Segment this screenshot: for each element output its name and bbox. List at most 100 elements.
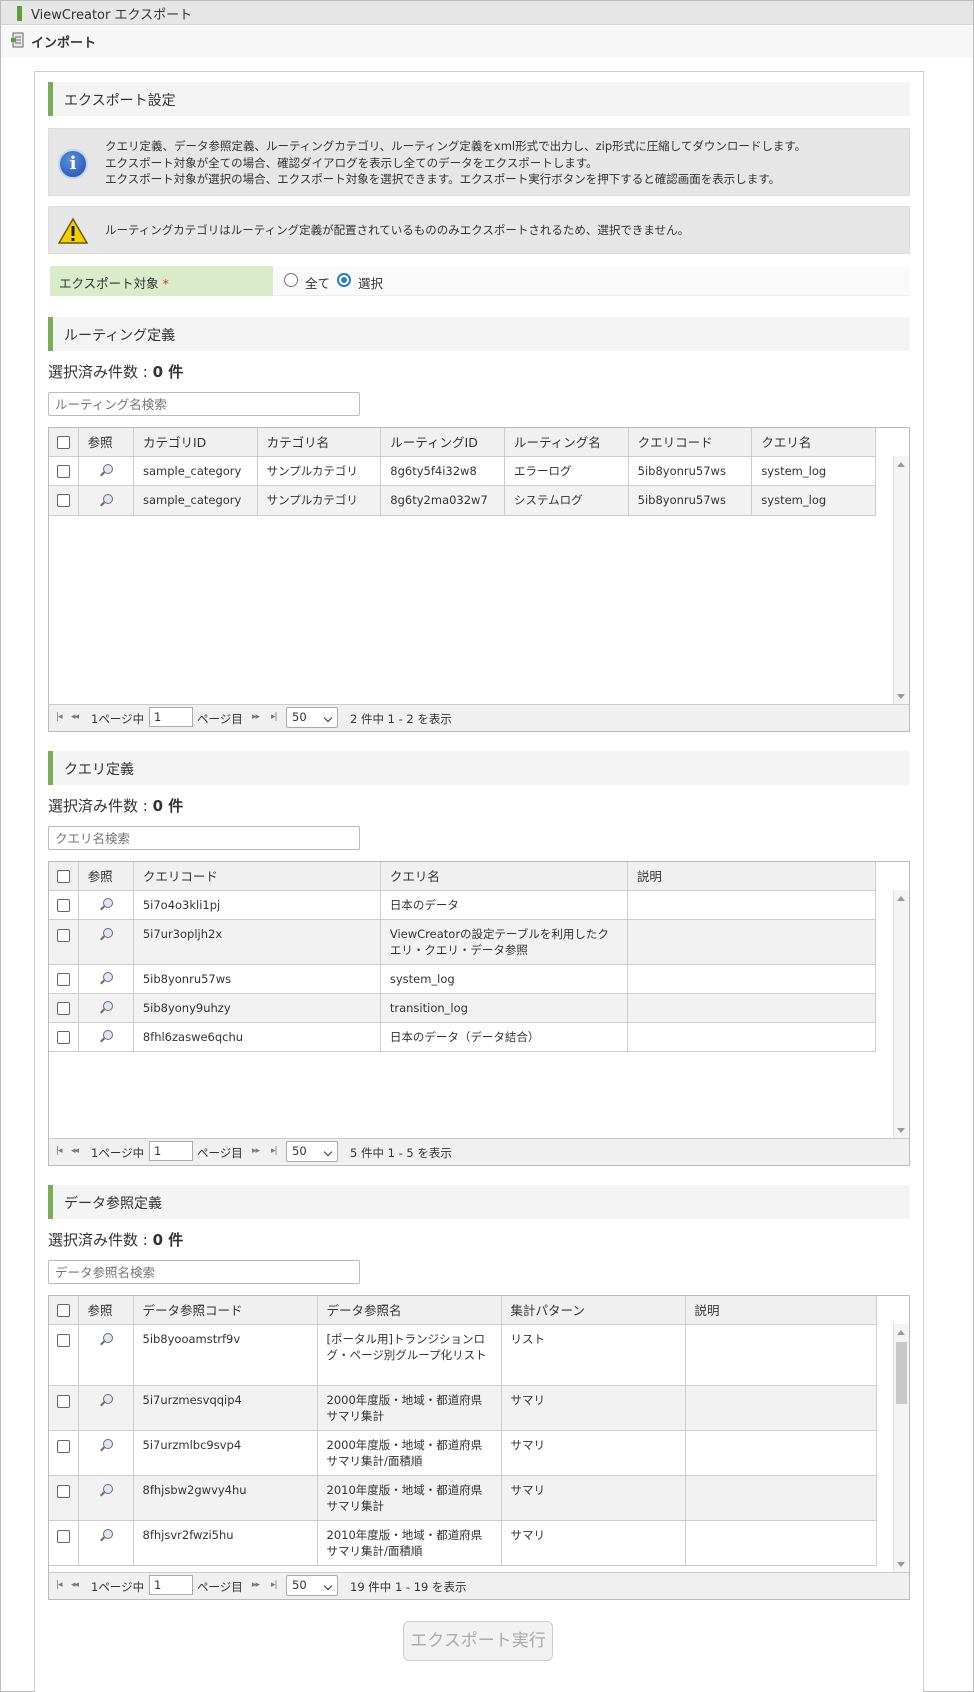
column-header[interactable]: 説明	[685, 1296, 877, 1325]
table-row[interactable]: 5i7urzmlbc9svp4 2000年度版・地域・都道府県サマリ集計/面積順…	[49, 1430, 877, 1476]
column-header[interactable]: データ参照コード	[133, 1296, 318, 1325]
column-header[interactable]: クエリコード	[133, 862, 381, 891]
column-header[interactable]: クエリコード	[628, 428, 753, 457]
routing-search-input[interactable]	[48, 392, 360, 416]
info-text: クエリ定義、データ参照定義、ルーティングカテゴリ、ルーティング定義をxml形式で…	[105, 138, 806, 188]
column-header[interactable]: クエリ名	[380, 862, 628, 891]
warning-message: ルーティングカテゴリはルーティング定義が配置されているもののみエクスポートされる…	[48, 206, 910, 254]
last-page-icon[interactable]: ▸|	[271, 712, 277, 722]
query-table: 参照 クエリコード クエリ名 説明 5i7o4o3kli1pj 日本のデータ 5…	[49, 862, 877, 1052]
prev-page-icon[interactable]: ◂◂	[71, 712, 79, 722]
view-icon[interactable]	[78, 1324, 134, 1386]
export-execute-button[interactable]: エクスポート実行	[403, 1621, 553, 1661]
row-checkbox[interactable]	[49, 1430, 79, 1476]
dataref-scrollbar[interactable]	[893, 1324, 909, 1573]
per-page-select[interactable]: 50	[286, 1575, 338, 1596]
table-row[interactable]: 5i7urzmesvqqip4 2000年度版・地域・都道府県サマリ集計 サマリ	[49, 1385, 877, 1431]
row-checkbox[interactable]	[49, 1475, 79, 1521]
prev-page-icon[interactable]: ◂◂	[71, 1146, 79, 1156]
view-icon[interactable]	[78, 1430, 134, 1476]
pager-summary: 19 件中 1 - 19 を表示	[350, 1580, 467, 1594]
per-page-select[interactable]: 50	[286, 1141, 338, 1162]
table-row[interactable]: 8fhl6zaswe6qchu 日本のデータ（データ結合）	[49, 1022, 877, 1052]
cell: sample_category	[133, 485, 258, 516]
section-header-routing: ルーティング定義	[48, 317, 910, 351]
required-mark: *	[162, 276, 169, 291]
next-page-icon[interactable]: ▸▸	[252, 1146, 260, 1156]
table-header: 参照 クエリコード クエリ名 説明	[49, 862, 877, 891]
column-header[interactable]: 参照	[78, 1296, 134, 1325]
column-header[interactable]: 集計パターン	[501, 1296, 686, 1325]
radio-all[interactable]	[284, 273, 298, 287]
row-checkbox[interactable]	[49, 993, 79, 1023]
first-page-icon[interactable]: |◂	[56, 1146, 62, 1156]
table-row[interactable]: 5ib8yooamstrf9v [ポータル用]トランジションログ・ページ別グルー…	[49, 1324, 877, 1386]
first-page-icon[interactable]: |◂	[56, 712, 62, 722]
column-header[interactable]: カテゴリ名	[257, 428, 382, 457]
radio-all-label[interactable]: 全て	[305, 273, 330, 292]
column-header[interactable]: 参照	[78, 862, 134, 891]
table-row[interactable]: 8fhjsbw2gwvy4hu 2010年度版・地域・都道府県サマリ集計 サマリ	[49, 1475, 877, 1521]
column-header[interactable]: データ参照名	[317, 1296, 502, 1325]
per-page-select[interactable]: 50	[286, 707, 338, 728]
view-icon[interactable]	[78, 964, 134, 994]
scrollbar-thumb[interactable]	[896, 1342, 907, 1404]
select-all-checkbox[interactable]	[49, 1296, 79, 1325]
next-page-icon[interactable]: ▸▸	[252, 712, 260, 722]
page-number-input[interactable]: 1	[149, 1141, 193, 1161]
last-page-icon[interactable]: ▸|	[271, 1580, 277, 1590]
import-icon[interactable]	[11, 32, 25, 49]
next-page-icon[interactable]: ▸▸	[252, 1580, 260, 1590]
select-all-checkbox[interactable]	[49, 428, 79, 457]
prev-page-icon[interactable]: ◂◂	[71, 1580, 79, 1590]
view-icon[interactable]	[78, 1022, 134, 1052]
row-checkbox[interactable]	[49, 456, 79, 486]
row-checkbox[interactable]	[49, 1520, 79, 1566]
import-button[interactable]: インポート	[31, 32, 96, 51]
view-icon[interactable]	[78, 993, 134, 1023]
radio-select[interactable]	[337, 273, 351, 287]
query-search-input[interactable]	[48, 826, 360, 850]
row-checkbox[interactable]	[49, 1385, 79, 1431]
column-header[interactable]: カテゴリID	[133, 428, 258, 457]
routing-scrollbar[interactable]	[893, 456, 909, 705]
row-checkbox[interactable]	[49, 485, 79, 516]
view-icon[interactable]	[78, 456, 134, 486]
row-checkbox[interactable]	[49, 964, 79, 994]
page-number-input[interactable]: 1	[149, 707, 193, 727]
table-row[interactable]: 5i7ur3opljh2x ViewCreatorの設定テーブルを利用したクエリ…	[49, 919, 877, 965]
view-icon[interactable]	[78, 1385, 134, 1431]
dataref-table: 参照 データ参照コード データ参照名 集計パターン 説明 5ib8yooamst…	[49, 1296, 877, 1566]
dataref-search-input[interactable]	[48, 1260, 360, 1284]
select-all-checkbox[interactable]	[49, 862, 79, 891]
column-header[interactable]: クエリ名	[751, 428, 876, 457]
table-row[interactable]: 8fhjsvr2fwzi5hu 2010年度版・地域・都道府県サマリ集計/面積順…	[49, 1520, 877, 1566]
count-value: 0 件	[152, 797, 184, 815]
cell: 5ib8yony9uhzy	[133, 993, 381, 1023]
table-row[interactable]: 5ib8yonru57ws system_log	[49, 964, 877, 994]
column-header[interactable]: ルーティング名	[504, 428, 629, 457]
radio-select-label[interactable]: 選択	[358, 273, 383, 292]
table-row[interactable]: sample_category サンプルカテゴリ 8g6ty5f4i32w8 エ…	[49, 456, 876, 486]
column-header[interactable]: ルーティングID	[380, 428, 505, 457]
table-header: 参照 カテゴリID カテゴリ名 ルーティングID ルーティング名 クエリコード …	[49, 428, 876, 457]
view-icon[interactable]	[78, 1520, 134, 1566]
table-row[interactable]: sample_category サンプルカテゴリ 8g6ty2ma032w7 シ…	[49, 485, 876, 516]
first-page-icon[interactable]: |◂	[56, 1580, 62, 1590]
info-line: エクスポート対象が選択の場合、エクスポート対象を選択できます。エクスポート実行ボ…	[105, 172, 781, 186]
view-icon[interactable]	[78, 890, 134, 920]
page-number-input[interactable]: 1	[149, 1575, 193, 1595]
row-checkbox[interactable]	[49, 919, 79, 965]
row-checkbox[interactable]	[49, 1022, 79, 1052]
view-icon[interactable]	[78, 485, 134, 516]
view-icon[interactable]	[78, 1475, 134, 1521]
row-checkbox[interactable]	[49, 890, 79, 920]
last-page-icon[interactable]: ▸|	[271, 1146, 277, 1156]
column-header[interactable]: 参照	[78, 428, 134, 457]
table-row[interactable]: 5ib8yony9uhzy transition_log	[49, 993, 877, 1023]
table-row[interactable]: 5i7o4o3kli1pj 日本のデータ	[49, 890, 877, 920]
column-header[interactable]: 説明	[627, 862, 877, 891]
row-checkbox[interactable]	[49, 1324, 79, 1386]
query-scrollbar[interactable]	[893, 890, 909, 1139]
view-icon[interactable]	[78, 919, 134, 965]
